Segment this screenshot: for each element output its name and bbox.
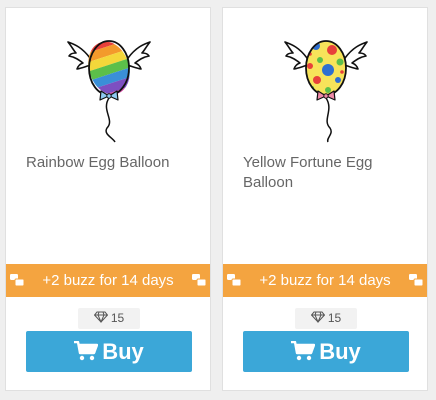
chat-bubbles-icon (409, 274, 423, 287)
chat-bubbles-icon (192, 274, 206, 287)
item-card-rainbow-egg-balloon: Rainbow Egg Balloon +2 buzz for 14 days … (5, 7, 211, 391)
price-badge: 15 (78, 308, 140, 329)
price-value: 15 (110, 311, 125, 325)
chat-bubbles-icon (227, 274, 241, 287)
buzz-text: +2 buzz for 14 days (42, 272, 174, 289)
item-card-yellow-fortune-egg-balloon: Yellow Fortune Egg Balloon +2 buzz for 1… (222, 7, 428, 391)
buy-button[interactable]: Buy (243, 331, 409, 372)
buy-label: Buy (319, 339, 361, 364)
buzz-bonus-bar: +2 buzz for 14 days (223, 264, 427, 297)
diamond-icon (93, 311, 108, 323)
buzz-bonus-bar: +2 buzz for 14 days (6, 264, 210, 297)
shopping-cart-icon (291, 341, 316, 361)
buy-button[interactable]: Buy (26, 331, 192, 372)
buzz-text: +2 buzz for 14 days (259, 272, 391, 289)
item-name: Rainbow Egg Balloon (26, 154, 170, 171)
buy-label: Buy (102, 339, 144, 364)
shopping-cart-icon (74, 341, 99, 361)
price-badge: 15 (295, 308, 357, 329)
diamond-icon (310, 311, 325, 323)
yellow-fortune-egg-balloon-icon (284, 30, 368, 148)
item-name: Yellow Fortune Egg Balloon (243, 154, 373, 191)
rainbow-egg-balloon-icon (67, 30, 151, 148)
price-value: 15 (327, 311, 342, 325)
chat-bubbles-icon (10, 274, 24, 287)
